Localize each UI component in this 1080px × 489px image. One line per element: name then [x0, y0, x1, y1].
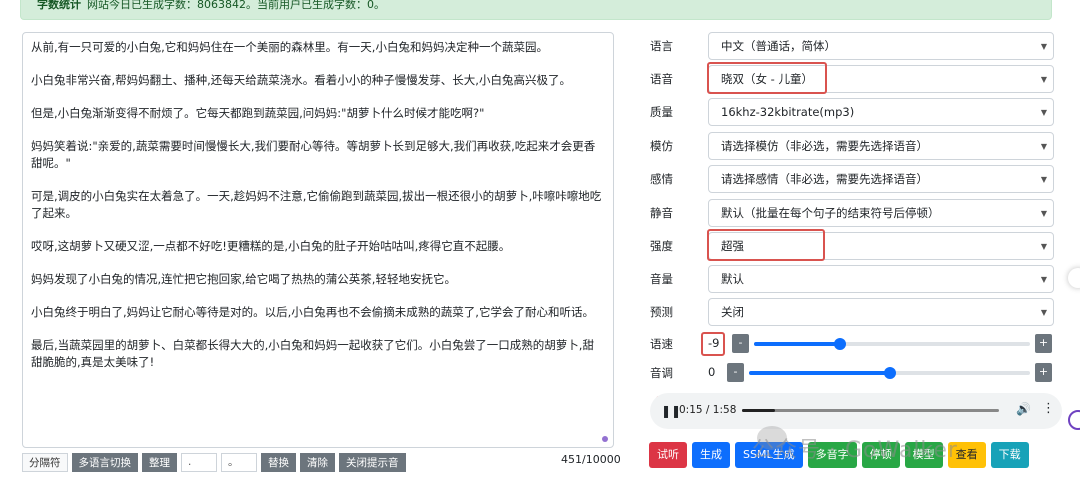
chevron-down-icon: ▼ [1040, 75, 1047, 84]
resize-handle[interactable] [602, 436, 608, 442]
volume-select[interactable]: 默认 ▼ [708, 265, 1054, 293]
quality-row: 质量 16khz-32kbitrate(mp3) ▼ [650, 98, 1054, 126]
paragraph: 最后,当蔬菜园里的胡萝卜、白菜都长得大大的,小白兔和妈妈一起收获了它们。小白兔尝… [31, 338, 594, 369]
side-chat-icon[interactable] [1068, 410, 1080, 430]
intensity-highlight [707, 229, 825, 261]
pitch-label: 音调 [650, 366, 673, 380]
pitch-minus-button[interactable]: - [727, 363, 744, 382]
language-label: 语言 [650, 39, 673, 53]
chevron-down-icon: ▼ [1040, 308, 1047, 317]
emotion-value: 请选择感情（非必选，需要先选择语音） [721, 172, 928, 186]
speed-plus-button[interactable]: + [1035, 334, 1052, 353]
pitch-row: 音调 0 - + [650, 362, 1054, 384]
silence-label: 静音 [650, 206, 673, 220]
replace-button[interactable]: 替换 [261, 452, 296, 472]
char-count: 451/10000 [561, 453, 621, 466]
imitate-row: 模仿 请选择模仿（非必选，需要先选择语音） ▼ [650, 132, 1054, 160]
audio-time: 0:15 / 1:58 [679, 404, 737, 416]
banner-title: 字数统计 [37, 0, 81, 11]
silence-select[interactable]: 默认（批量在每个句子的结束符号后停顿） ▼ [708, 199, 1054, 227]
find-input[interactable]: . [181, 452, 217, 472]
separator-label: 分隔符 [22, 452, 68, 472]
intensity-label: 强度 [650, 239, 673, 253]
more-options-icon[interactable]: ⋮ [1042, 401, 1055, 416]
predict-value: 关闭 [721, 305, 744, 319]
paragraph: 小白兔终于明白了,妈妈让它耐心等待是对的。以后,小白兔再也不会偷摘未成熟的蔬菜了… [31, 305, 594, 319]
chevron-down-icon: ▼ [1040, 108, 1047, 117]
pitch-slider-thumb[interactable] [883, 367, 896, 379]
audio-player: ❚❚ 0:15 / 1:58 🔊 ⋮ [650, 393, 1062, 429]
emotion-select[interactable]: 请选择感情（非必选，需要先选择语音） ▼ [708, 165, 1054, 193]
volume-row: 音量 默认 ▼ [650, 265, 1054, 293]
stats-banner: 字数统计 网站今日已生成字数：8063842。当前用户已生成字数：0。 [20, 0, 1052, 20]
speed-slider-thumb[interactable] [833, 338, 846, 350]
volume-value: 默认 [721, 272, 744, 286]
tidy-button[interactable]: 整理 [142, 452, 177, 472]
paragraph: 妈妈笑着说:"亲爱的,蔬菜需要时间慢慢长大,我们要耐心等待。等胡萝卜长到足够大,… [31, 139, 596, 170]
paragraph: 妈妈发现了小白兔的情况,连忙把它抱回家,给它喝了热热的蒲公英茶,轻轻地安抚它。 [31, 272, 456, 286]
paragraph: 但是,小白兔渐渐变得不耐烦了。它每天都跑到蔬菜园,问妈妈:"胡萝卜什么时候才能吃… [31, 106, 485, 120]
chevron-down-icon: ▼ [1040, 242, 1047, 251]
quality-value: 16khz-32kbitrate(mp3) [721, 105, 855, 119]
quality-select[interactable]: 16khz-32kbitrate(mp3) ▼ [708, 98, 1054, 126]
chevron-down-icon: ▼ [1040, 275, 1047, 284]
silence-value: 默认（批量在每个句子的结束符号后停顿） [721, 206, 940, 220]
imitate-label: 模仿 [650, 139, 673, 153]
chevron-down-icon: ▼ [1040, 209, 1047, 218]
try-listen-button[interactable]: 试听 [649, 442, 687, 468]
chevron-down-icon: ▼ [1040, 142, 1047, 151]
silence-row: 静音 默认（批量在每个句子的结束符号后停顿） ▼ [650, 199, 1054, 227]
paragraph: 小白兔非常兴奋,帮妈妈翻土、播种,还每天给蔬菜浇水。看着小小的种子慢慢发芽、长大… [31, 73, 571, 87]
predict-select[interactable]: 关闭 ▼ [708, 298, 1054, 326]
speed-row: 语速 -9 - + [650, 333, 1054, 355]
emotion-label: 感情 [650, 172, 673, 186]
audio-progress-fill [742, 409, 775, 412]
pitch-plus-button[interactable]: + [1035, 363, 1052, 382]
volume-icon[interactable]: 🔊 [1016, 402, 1031, 416]
pitch-slider-fill [749, 371, 890, 375]
paragraph: 从前,有一只可爱的小白兔,它和妈妈住在一个美丽的森林里。有一天,小白兔和妈妈决定… [31, 40, 548, 54]
text-editor[interactable]: 从前,有一只可爱的小白兔,它和妈妈住在一个美丽的森林里。有一天,小白兔和妈妈决定… [22, 32, 614, 448]
chevron-down-icon: ▼ [1040, 175, 1047, 184]
replace-input[interactable]: 。 [221, 452, 257, 472]
download-button[interactable]: 下载 [990, 442, 1029, 468]
language-value: 中文（普通话，简体） [721, 39, 836, 53]
predict-row: 预测 关闭 ▼ [650, 298, 1054, 326]
predict-label: 预测 [650, 305, 673, 319]
voice-label: 语音 [650, 72, 673, 86]
imitate-value: 请选择模仿（非必选，需要先选择语音） [721, 139, 928, 153]
pitch-slider[interactable] [749, 367, 1030, 379]
audio-progress[interactable] [742, 409, 999, 412]
watermark: 公众号 · GoWalker [752, 438, 958, 463]
close-tips-button[interactable]: 关闭提示音 [339, 452, 406, 472]
imitate-select[interactable]: 请选择模仿（非必选，需要先选择语音） ▼ [708, 132, 1054, 160]
emotion-row: 感情 请选择感情（非必选，需要先选择语音） ▼ [650, 165, 1054, 193]
speed-value: -9 [708, 336, 720, 350]
clear-button[interactable]: 清除 [300, 452, 335, 472]
side-float-icon[interactable] [1068, 268, 1080, 288]
paragraph: 可是,调皮的小白兔实在太着急了。一天,趁妈妈不注意,它偷偷跑到蔬菜园,拔出一根还… [31, 189, 602, 220]
banner-text: 网站今日已生成字数：8063842。当前用户已生成字数：0。 [87, 0, 385, 11]
editor-toolbar: 分隔符 多语言切换 整理 . 。 替换 清除 关闭提示音 [22, 452, 406, 472]
volume-label: 音量 [650, 272, 673, 286]
speed-slider-fill [754, 342, 840, 346]
generate-button[interactable]: 生成 [692, 442, 730, 468]
multilang-button[interactable]: 多语言切换 [71, 452, 138, 472]
speed-label: 语速 [650, 337, 673, 351]
chevron-down-icon: ▼ [1040, 42, 1047, 51]
paragraph: 哎呀,这胡萝卜又硬又涩,一点都不好吃!更糟糕的是,小白兔的肚子开始咕咕叫,疼得它… [31, 239, 511, 253]
language-row: 语言 中文（普通话，简体） ▼ [650, 32, 1054, 60]
pitch-value: 0 [708, 365, 716, 379]
speed-slider[interactable] [754, 338, 1030, 350]
quality-label: 质量 [650, 105, 673, 119]
voice-highlight [707, 62, 827, 94]
language-select[interactable]: 中文（普通话，简体） ▼ [708, 32, 1054, 60]
speed-minus-button[interactable]: - [732, 334, 749, 353]
